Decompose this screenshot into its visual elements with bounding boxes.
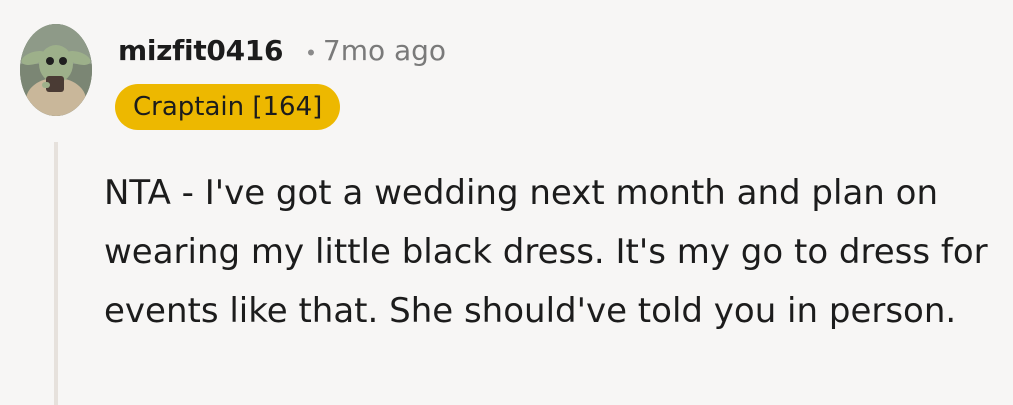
separator-dot: • xyxy=(307,40,315,65)
username[interactable]: mizfit0416 xyxy=(118,34,283,67)
user-flair-badge: Craptain [164] xyxy=(115,84,341,130)
comment: mizfit0416 • 7mo ago Craptain [164] NTA … xyxy=(0,0,1013,405)
avatar-image xyxy=(20,24,92,116)
comment-header: mizfit0416 • 7mo ago xyxy=(118,34,446,67)
comment-body: NTA - I've got a wedding next month and … xyxy=(104,173,988,331)
timestamp[interactable]: 7mo ago xyxy=(323,34,446,67)
thread-line[interactable] xyxy=(54,142,58,405)
avatar[interactable] xyxy=(20,24,92,116)
